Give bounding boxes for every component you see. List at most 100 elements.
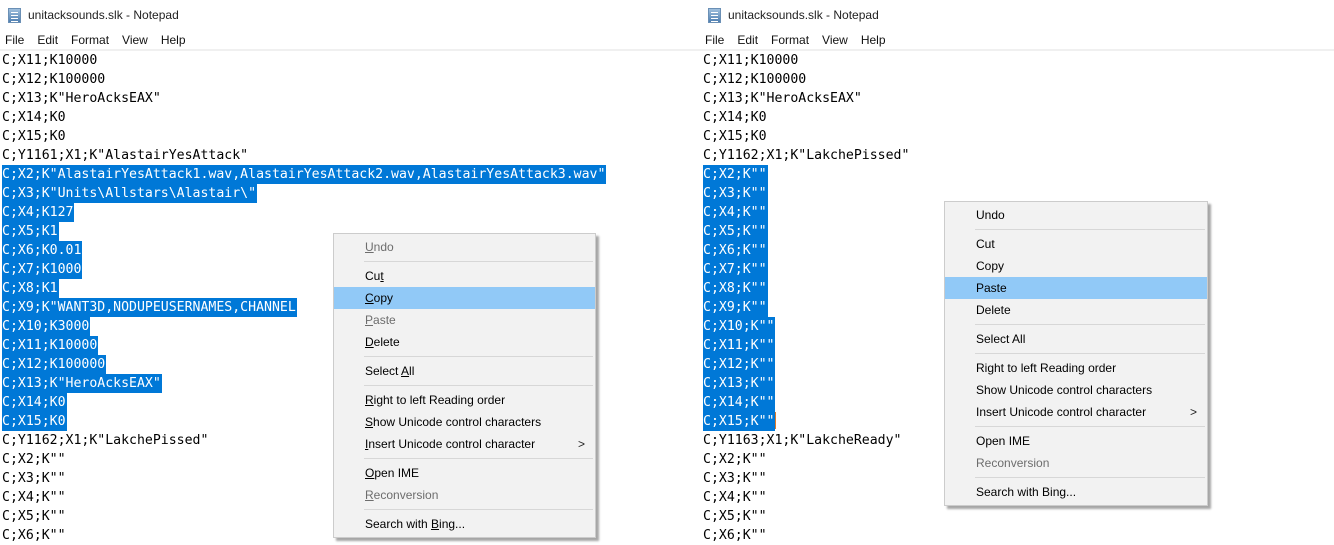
line-text: C;X6;K0.01 bbox=[2, 241, 83, 260]
text-line[interactable]: C;X14;K0 bbox=[0, 108, 700, 127]
menu-separator bbox=[364, 261, 593, 262]
menu-item-label: Open IME bbox=[976, 434, 1031, 448]
title-bar: unitacksounds.slk - Notepad bbox=[0, 0, 700, 30]
menu-item-delete[interactable]: Delete bbox=[945, 299, 1207, 321]
line-text: C;X5;K"" bbox=[2, 509, 66, 524]
text-line[interactable]: C;X13;K"HeroAcksEAX" bbox=[700, 89, 1334, 108]
line-text: C;X15;K"" bbox=[703, 412, 776, 431]
menu-item-label: Cut bbox=[976, 237, 995, 251]
menu-item-select-all[interactable]: Select All bbox=[945, 328, 1207, 350]
text-line[interactable]: C;X12;K100000 bbox=[700, 70, 1334, 89]
menu-item-label: Reconversion bbox=[976, 456, 1050, 470]
text-line[interactable]: C;X11;K10000 bbox=[700, 51, 1334, 70]
title-bar: unitacksounds.slk - Notepad bbox=[700, 0, 1334, 30]
menu-item-open-ime[interactable]: Open IME bbox=[334, 462, 595, 484]
line-text: C;X5;K1 bbox=[2, 222, 59, 241]
menu-item-label: Insert Unicode control character bbox=[365, 437, 536, 451]
menu-item-label: Show Unicode control characters bbox=[365, 415, 542, 429]
menu-bar: File Edit Format View Help bbox=[700, 30, 1334, 51]
menu-item-cut[interactable]: Cut bbox=[334, 265, 595, 287]
menu-item-search-with-bing[interactable]: Search with Bing... bbox=[334, 513, 595, 535]
notepad-icon bbox=[708, 7, 721, 23]
menu-help[interactable]: Help bbox=[861, 33, 886, 47]
line-text: C;Y1163;X1;K"LakcheReady" bbox=[703, 433, 902, 448]
line-text: C;X15;K0 bbox=[2, 412, 67, 431]
text-line[interactable]: C;X13;K"HeroAcksEAX" bbox=[0, 89, 700, 108]
menu-item-label: Copy bbox=[976, 259, 1005, 273]
menu-item-label: Paste bbox=[976, 281, 1007, 295]
menu-edit[interactable]: Edit bbox=[37, 33, 58, 47]
menu-item-right-to-left-reading-order[interactable]: Right to left Reading order bbox=[334, 389, 595, 411]
menu-item-open-ime[interactable]: Open IME bbox=[945, 430, 1207, 452]
menu-item-undo: Undo bbox=[334, 236, 595, 258]
menu-item-cut[interactable]: Cut bbox=[945, 233, 1207, 255]
line-text: C;X9;K"WANT3D,NODUPEUSERNAMES,CHANNEL bbox=[2, 298, 297, 317]
menu-item-select-all[interactable]: Select All bbox=[334, 360, 595, 382]
menu-item-label: Insert Unicode control character bbox=[976, 405, 1147, 419]
context-menu-right: Undo Cut Copy Paste Delete Select All Right to… bbox=[944, 201, 1208, 506]
line-text: C;X15;K0 bbox=[703, 129, 767, 144]
menu-format[interactable]: Format bbox=[771, 33, 809, 47]
menu-item-insert-unicode-control-character[interactable]: Insert Unicode control character > bbox=[945, 401, 1207, 423]
text-line[interactable]: C;X15;K0 bbox=[0, 127, 700, 146]
menu-item-show-unicode-control-characters[interactable]: Show Unicode control characters bbox=[945, 379, 1207, 401]
menu-separator bbox=[364, 509, 593, 510]
line-text: C;X11;K10000 bbox=[703, 53, 799, 68]
menu-item-show-unicode-control-characters[interactable]: Show Unicode control characters bbox=[334, 411, 595, 433]
menu-file[interactable]: File bbox=[705, 33, 724, 47]
window-title: unitacksounds.slk - Notepad bbox=[28, 8, 179, 22]
menu-view[interactable]: View bbox=[822, 33, 848, 47]
line-text: C;X6;K"" bbox=[703, 241, 768, 260]
text-line[interactable]: C;X3;K"Units\Allstars\Alastair\" bbox=[0, 184, 700, 203]
line-text: C;X4;K"" bbox=[703, 203, 768, 222]
text-line[interactable]: C;Y1161;X1;K"AlastairYesAttack" bbox=[0, 146, 700, 165]
line-text: C;X13;K"" bbox=[703, 374, 776, 393]
line-text: C;X2;K"" bbox=[703, 165, 768, 184]
menu-item-undo[interactable]: Undo bbox=[945, 204, 1207, 226]
text-line[interactable]: C;X14;K0 bbox=[700, 108, 1334, 127]
menu-help[interactable]: Help bbox=[161, 33, 186, 47]
menu-view[interactable]: View bbox=[122, 33, 148, 47]
menu-format[interactable]: Format bbox=[71, 33, 109, 47]
menu-item-right-to-left-reading-order[interactable]: Right to left Reading order bbox=[945, 357, 1207, 379]
menu-edit[interactable]: Edit bbox=[737, 33, 758, 47]
line-text: C;X13;K"HeroAcksEAX" bbox=[2, 91, 161, 106]
menu-item-label: Select All bbox=[976, 332, 1026, 346]
text-line[interactable]: C;X6;K"" bbox=[700, 526, 1334, 545]
line-text: C;X14;K"" bbox=[703, 393, 776, 412]
menu-separator bbox=[364, 458, 593, 459]
line-text: C;X6;K"" bbox=[2, 528, 66, 543]
menu-separator bbox=[975, 324, 1205, 325]
text-line[interactable]: C;X4;K127 bbox=[0, 203, 700, 222]
line-text: C;X15;K0 bbox=[2, 129, 66, 144]
line-text: C;X10;K3000 bbox=[2, 317, 91, 336]
line-text: C;X4;K"" bbox=[703, 490, 767, 505]
text-line[interactable]: C;X12;K100000 bbox=[0, 70, 700, 89]
menu-separator bbox=[975, 353, 1205, 354]
menu-item-label: Cut bbox=[365, 269, 384, 283]
line-text: C;Y1162;X1;K"LakchePissed" bbox=[2, 433, 209, 448]
text-line[interactable]: C;X11;K10000 bbox=[0, 51, 700, 70]
menu-item-copy[interactable]: Copy bbox=[334, 287, 595, 309]
line-text: C;X8;K1 bbox=[2, 279, 59, 298]
menu-item-insert-unicode-control-character[interactable]: Insert Unicode control character > bbox=[334, 433, 595, 455]
line-text: C;X3;K"Units\Allstars\Alastair\" bbox=[2, 184, 258, 203]
menu-item-copy[interactable]: Copy bbox=[945, 255, 1207, 277]
menu-item-paste[interactable]: Paste bbox=[945, 277, 1207, 299]
text-line[interactable]: C;X2;K"" bbox=[700, 165, 1334, 184]
menu-file[interactable]: File bbox=[5, 33, 24, 47]
line-text: C;X14;K0 bbox=[2, 393, 67, 412]
text-line[interactable]: C;X2;K"AlastairYesAttack1.wav,AlastairYe… bbox=[0, 165, 700, 184]
line-text: C;X3;K"" bbox=[2, 471, 66, 486]
context-menu-left: Undo Cut Copy Paste Delete Select All Right to… bbox=[333, 233, 596, 538]
line-text: C;X3;K"" bbox=[703, 184, 768, 203]
text-line[interactable]: C;X15;K0 bbox=[700, 127, 1334, 146]
text-line[interactable]: C;Y1162;X1;K"LakchePissed" bbox=[700, 146, 1334, 165]
text-line[interactable]: C;X5;K"" bbox=[700, 507, 1334, 526]
menu-item-reconversion: Reconversion bbox=[334, 484, 595, 506]
chevron-right-icon: > bbox=[577, 437, 585, 451]
menu-item-search-with-bing[interactable]: Search with Bing... bbox=[945, 481, 1207, 503]
menu-item-delete[interactable]: Delete bbox=[334, 331, 595, 353]
line-text: C;X12;K100000 bbox=[703, 72, 807, 87]
line-text: C;X5;K"" bbox=[703, 509, 767, 524]
